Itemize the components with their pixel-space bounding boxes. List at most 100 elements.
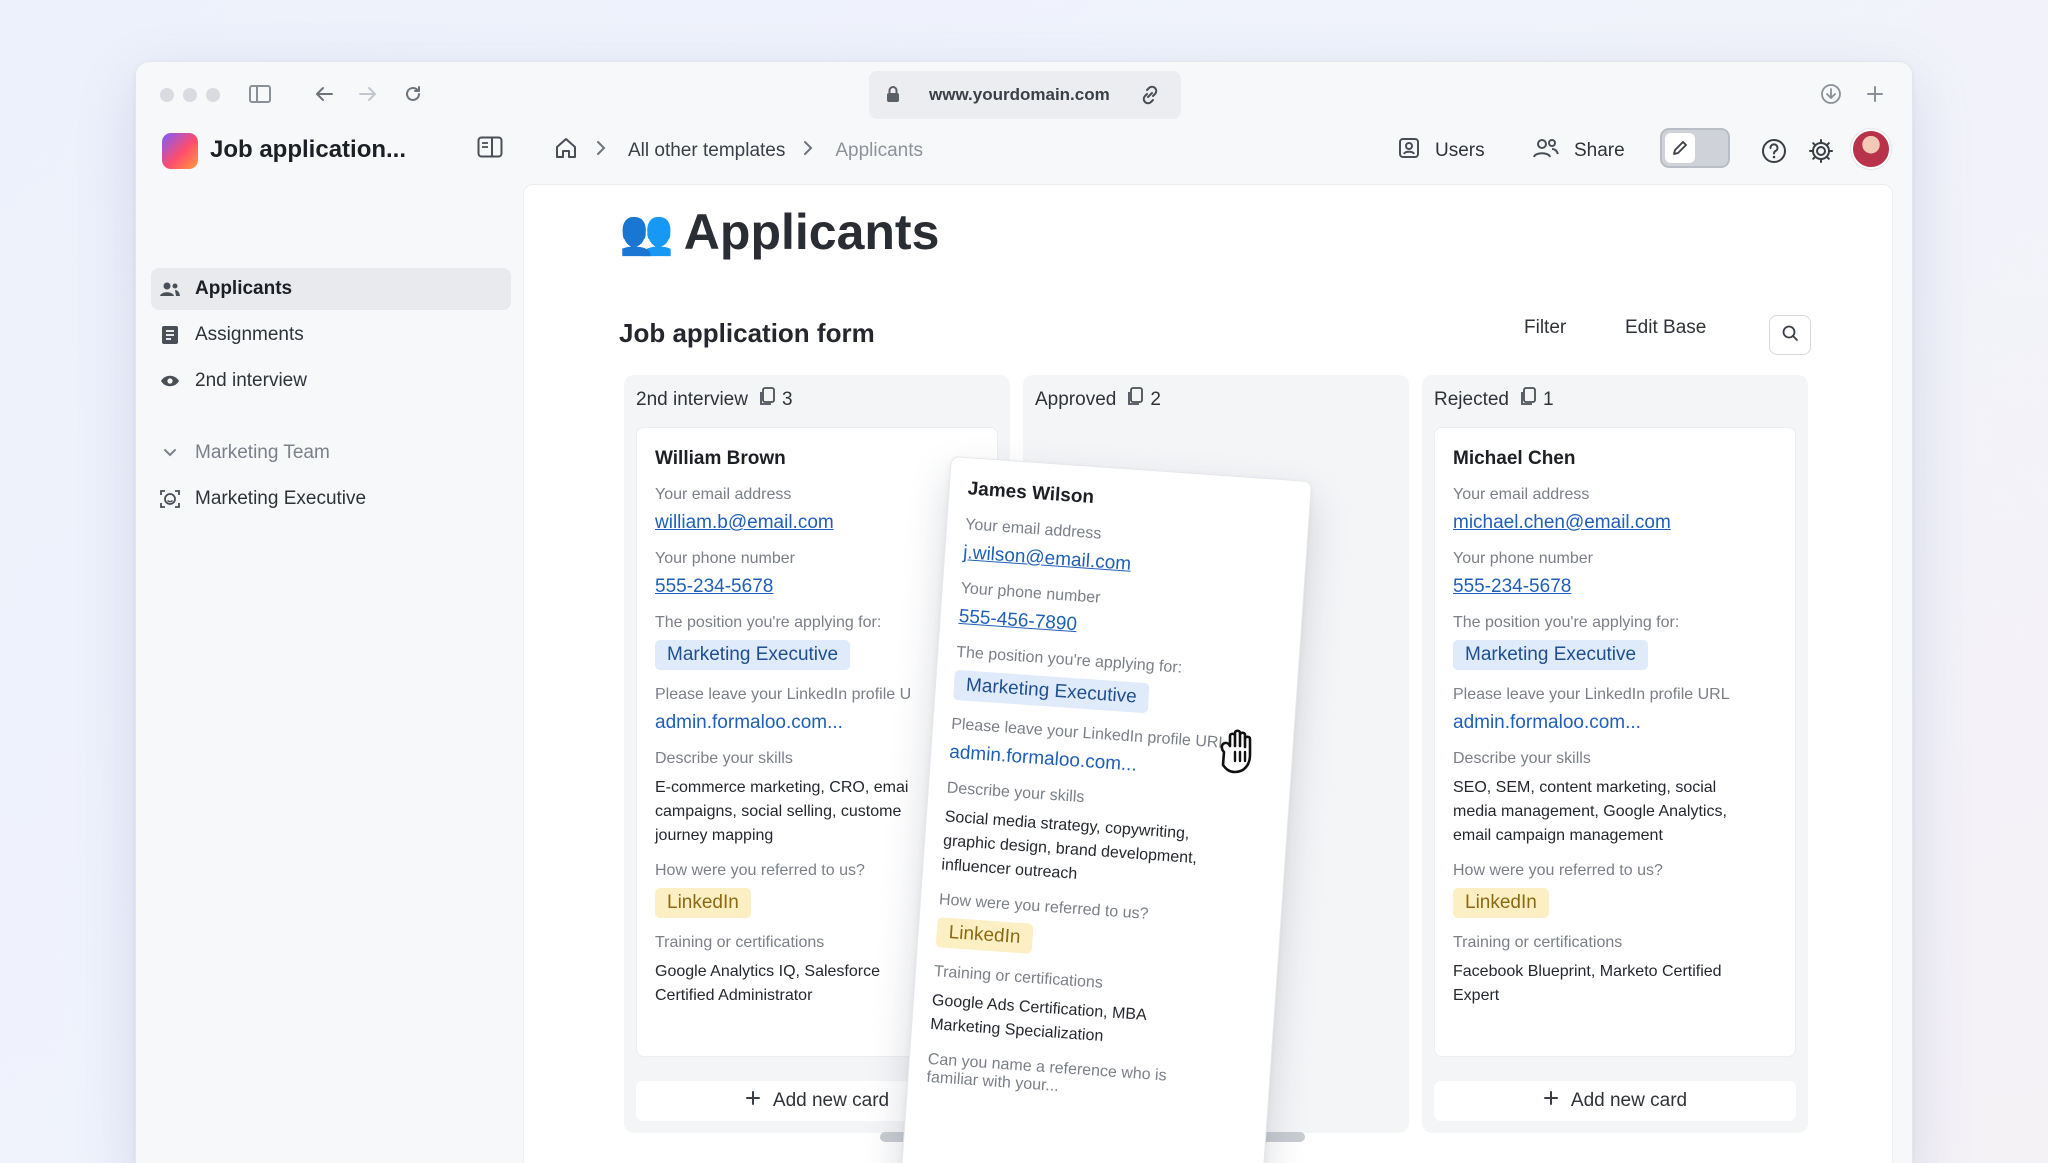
card-count-value: 1: [1543, 389, 1554, 410]
field-label: Please leave your LinkedIn profile URL: [1453, 686, 1730, 703]
user-avatar[interactable]: [1851, 129, 1891, 169]
breadcrumb-templates[interactable]: All other templates: [628, 140, 785, 162]
window-controls[interactable]: [160, 88, 220, 102]
skills-line: SEO, SEM, content marketing, social: [1453, 779, 1717, 796]
applicant-card[interactable]: Michael Chen Your email address michael.…: [1434, 427, 1796, 1057]
column-title: Rejected: [1434, 389, 1509, 410]
column-header: Approved 2: [1035, 387, 1161, 413]
link-icon[interactable]: [1139, 84, 1161, 111]
share-people-icon: [1532, 136, 1560, 166]
plus-icon: [745, 1090, 761, 1112]
sidebar-item-applicants[interactable]: Applicants: [151, 268, 511, 310]
back-arrow-icon[interactable]: [312, 82, 336, 106]
field-label: The position you're applying for:: [655, 614, 882, 631]
card-count-value: 3: [781, 389, 793, 410]
help-icon[interactable]: [1760, 137, 1788, 165]
lock-icon: [885, 85, 901, 108]
sidebar-group-label: Marketing Team: [195, 442, 330, 463]
email-link[interactable]: michael.chen@email.com: [1453, 512, 1777, 534]
panel-toggle-icon[interactable]: [477, 136, 503, 163]
linkedin-link[interactable]: admin.formaloo.com...: [655, 712, 979, 734]
card-count: 3: [758, 387, 793, 413]
field-label: The position you're applying for:: [1453, 614, 1680, 631]
page-title-text: Applicants: [683, 204, 940, 260]
applicant-name: William Brown: [655, 448, 786, 469]
search-icon: [1781, 324, 1799, 347]
referral-tag: LinkedIn: [1453, 888, 1549, 918]
chevron-down-icon: [159, 448, 181, 458]
chevron-right-icon: [803, 140, 813, 162]
column-title: Approved: [1035, 389, 1117, 410]
field-label: Training or certifications: [1453, 934, 1623, 951]
skills-text: Social media strategy, copywriting, grap…: [941, 805, 1269, 899]
field-label: Your email address: [655, 486, 792, 503]
skills-line: email campaign management: [1453, 827, 1663, 844]
edit-base-button[interactable]: Edit Base: [1625, 317, 1706, 339]
new-tab-plus-icon[interactable]: [1863, 82, 1887, 106]
position-tag: Marketing Executive: [655, 640, 851, 670]
form-icon: [159, 325, 181, 345]
forward-arrow-icon[interactable]: [356, 82, 380, 106]
users-icon: [1397, 136, 1421, 166]
card-count: 2: [1126, 387, 1161, 413]
position-tag: Marketing Executive: [1453, 640, 1649, 670]
close-dot[interactable]: [160, 88, 174, 102]
share-label: Share: [1574, 140, 1625, 161]
users-button[interactable]: Users: [1397, 136, 1485, 166]
add-new-card-button[interactable]: Add new card: [1434, 1081, 1796, 1121]
sidebar-group-marketing-team[interactable]: Marketing Team: [151, 432, 511, 474]
cards-icon: [758, 387, 776, 413]
sidebar-toggle-icon[interactable]: [248, 82, 272, 106]
minimize-dot[interactable]: [183, 88, 197, 102]
card-count-value: 2: [1150, 389, 1161, 410]
field-label: Your phone number: [1453, 550, 1593, 567]
sidebar-item-label: Marketing Executive: [195, 488, 367, 509]
dragged-applicant-card[interactable]: James Wilson Your email address j.wilson…: [899, 456, 1313, 1163]
plus-icon: [1543, 1090, 1559, 1112]
sidebar-item-2nd-interview[interactable]: 2nd interview: [151, 360, 511, 402]
browser-toolbar: www.yourdomain.com: [136, 62, 1912, 126]
cards-icon: [1519, 387, 1537, 413]
eye-icon: [159, 374, 181, 388]
gear-icon[interactable]: [1807, 137, 1835, 165]
referral-tag: LinkedIn: [655, 888, 751, 918]
sidebar-item-label: Assignments: [195, 324, 304, 345]
filter-button[interactable]: Filter: [1524, 317, 1566, 339]
breadcrumb-current[interactable]: Applicants: [835, 140, 923, 162]
sidebar-item-label: 2nd interview: [195, 370, 307, 391]
field-label: Please leave your LinkedIn profile U: [655, 686, 912, 703]
section-title: Job application form: [619, 318, 875, 348]
app-title[interactable]: Job application...: [210, 136, 406, 164]
skills-line: media management, Google Analytics,: [1453, 803, 1727, 820]
maximize-dot[interactable]: [206, 88, 220, 102]
column-header: Rejected 1: [1434, 387, 1554, 413]
sidebar-item-assignments[interactable]: Assignments: [151, 314, 511, 356]
phone-link[interactable]: 555-234-5678: [655, 576, 979, 598]
phone-link[interactable]: 555-234-5678: [1453, 576, 1777, 598]
linkedin-link[interactable]: admin.formaloo.com...: [1453, 712, 1777, 734]
applicant-name: Michael Chen: [1453, 448, 1576, 469]
app-logo: [162, 133, 198, 169]
chevron-right-icon: [596, 140, 606, 162]
applicant-name: James Wilson: [967, 478, 1095, 509]
add-card-label: Add new card: [1570, 1090, 1688, 1111]
sidebar: Applicants Assignments 2nd interview Mar…: [136, 188, 521, 1163]
grab-hand-cursor-icon: [1212, 722, 1272, 782]
position-tag: Marketing Executive: [953, 669, 1150, 714]
face-scan-icon: [159, 488, 181, 510]
sidebar-item-marketing-executive[interactable]: Marketing Executive: [151, 478, 511, 520]
email-link[interactable]: william.b@email.com: [655, 512, 979, 534]
kanban-column-rejected: Rejected 1 Michael Chen Your email addre…: [1422, 375, 1808, 1133]
cards-icon: [1126, 387, 1144, 413]
edit-mode-toggle[interactable]: [1660, 128, 1730, 168]
home-icon[interactable]: [554, 136, 578, 166]
reload-icon[interactable]: [401, 82, 425, 106]
download-icon[interactable]: [1819, 82, 1843, 106]
referral-tag: LinkedIn: [935, 917, 1034, 954]
search-button[interactable]: [1769, 315, 1811, 355]
page-title: 👥 Applicants: [619, 203, 939, 261]
address-bar[interactable]: www.yourdomain.com: [869, 71, 1181, 119]
share-button[interactable]: Share: [1532, 136, 1625, 166]
users-label: Users: [1435, 140, 1485, 161]
field-label: Your phone number: [655, 550, 795, 567]
